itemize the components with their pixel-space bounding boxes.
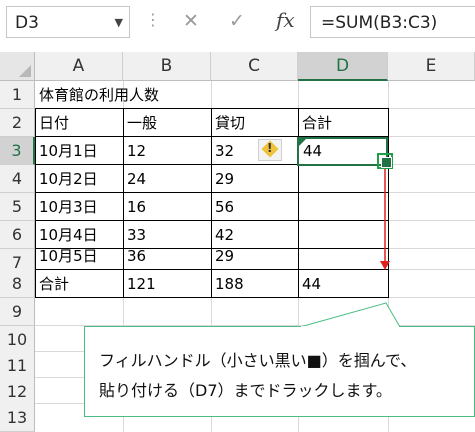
callout-pointer-mask	[301, 326, 399, 328]
